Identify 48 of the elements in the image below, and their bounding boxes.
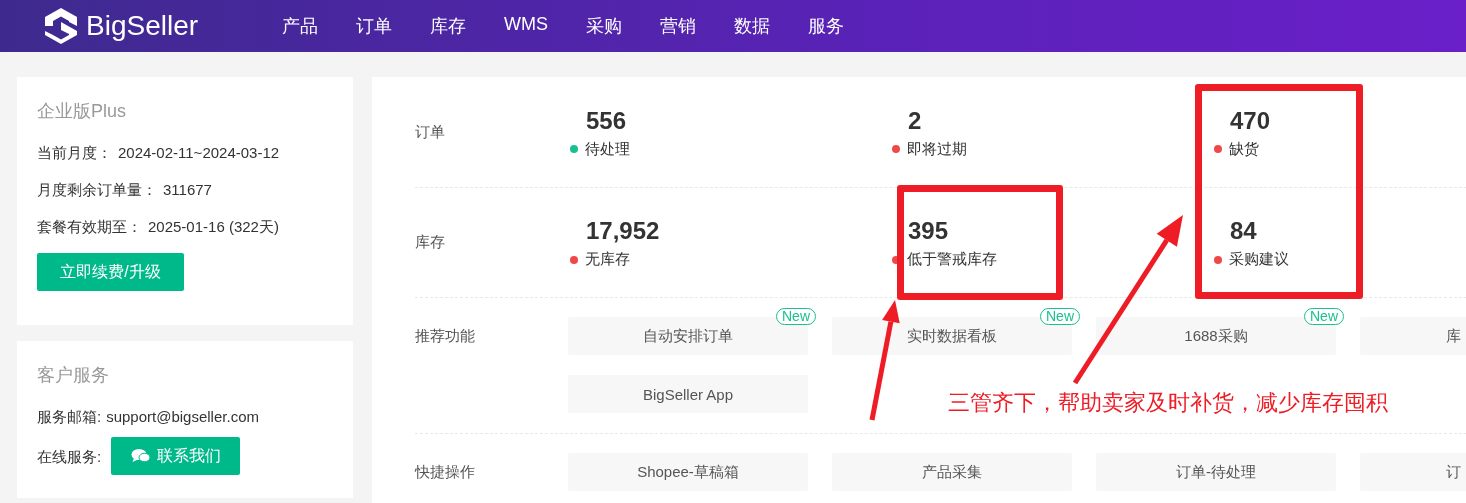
nav-item[interactable]: 订单 [356, 14, 392, 38]
row-label: 推荐功能 [415, 326, 476, 346]
info-label: 月度剩余订单量： [37, 181, 157, 198]
nav-item[interactable]: 服务 [808, 14, 844, 38]
stat-label[interactable]: 待处理 [585, 139, 630, 159]
logo-text[interactable]: BigSeller [86, 10, 199, 42]
shortcut-tile[interactable]: 产品采集 [832, 453, 1072, 491]
card-title: 企业版Plus [37, 100, 127, 123]
stat-value[interactable]: 395 [908, 216, 1214, 246]
info-label: 当前月度： [37, 144, 112, 161]
stat-value[interactable]: 2 [908, 105, 1214, 136]
new-badge: New [1304, 308, 1344, 325]
stat-label[interactable]: 低于警戒库存 [907, 250, 997, 269]
row-label: 库存 [415, 233, 446, 252]
info-label: 在线服务: [37, 446, 102, 467]
info-label: 服务邮箱: [37, 408, 102, 425]
logo-icon [42, 6, 80, 46]
new-badge: New [776, 308, 816, 325]
email-link[interactable]: support@bigseller.com [106, 408, 259, 425]
stat-label[interactable]: 采购建议 [1229, 250, 1289, 269]
nav-item[interactable]: 库存 [430, 14, 466, 38]
nav-item[interactable]: 产品 [282, 14, 318, 38]
chat-icon [130, 448, 151, 464]
nav-item[interactable]: 数据 [734, 14, 770, 38]
card-title: 客户服务 [37, 364, 110, 387]
shortcut-tile[interactable]: 订单-待处理 [1096, 453, 1336, 491]
info-value: 2025-01-16 (322天) [148, 218, 279, 235]
stat-value[interactable]: 556 [586, 105, 892, 136]
row-label: 订单 [415, 122, 446, 142]
annotation-text: 三管齐下，帮助卖家及时补货，减少库存囤积 [948, 389, 1388, 417]
stat-label[interactable]: 无库存 [585, 250, 630, 269]
row-label: 快捷操作 [415, 462, 476, 482]
new-badge: New [1040, 308, 1080, 325]
shortcut-tile[interactable]: Shopee-草稿箱 [568, 453, 808, 491]
stat-label[interactable]: 缺货 [1229, 139, 1259, 159]
nav-item[interactable]: 营销 [660, 14, 696, 38]
nav-item[interactable]: 采购 [586, 14, 622, 38]
stat-value[interactable]: 84 [1230, 216, 1466, 246]
info-label: 套餐有效期至： [37, 218, 142, 235]
stat-label[interactable]: 即将过期 [907, 139, 967, 159]
info-value: 2024-02-11~2024-03-12 [118, 144, 280, 161]
stat-value[interactable]: 470 [1230, 105, 1466, 136]
stat-value[interactable]: 17,952 [586, 216, 892, 246]
feature-tile[interactable]: 库 [1360, 317, 1466, 355]
shortcut-tile[interactable]: 订 [1360, 453, 1466, 491]
nav-item[interactable]: WMS [504, 14, 548, 38]
feature-tile[interactable]: BigSeller App [568, 375, 808, 413]
info-value: 311677 [163, 181, 212, 198]
